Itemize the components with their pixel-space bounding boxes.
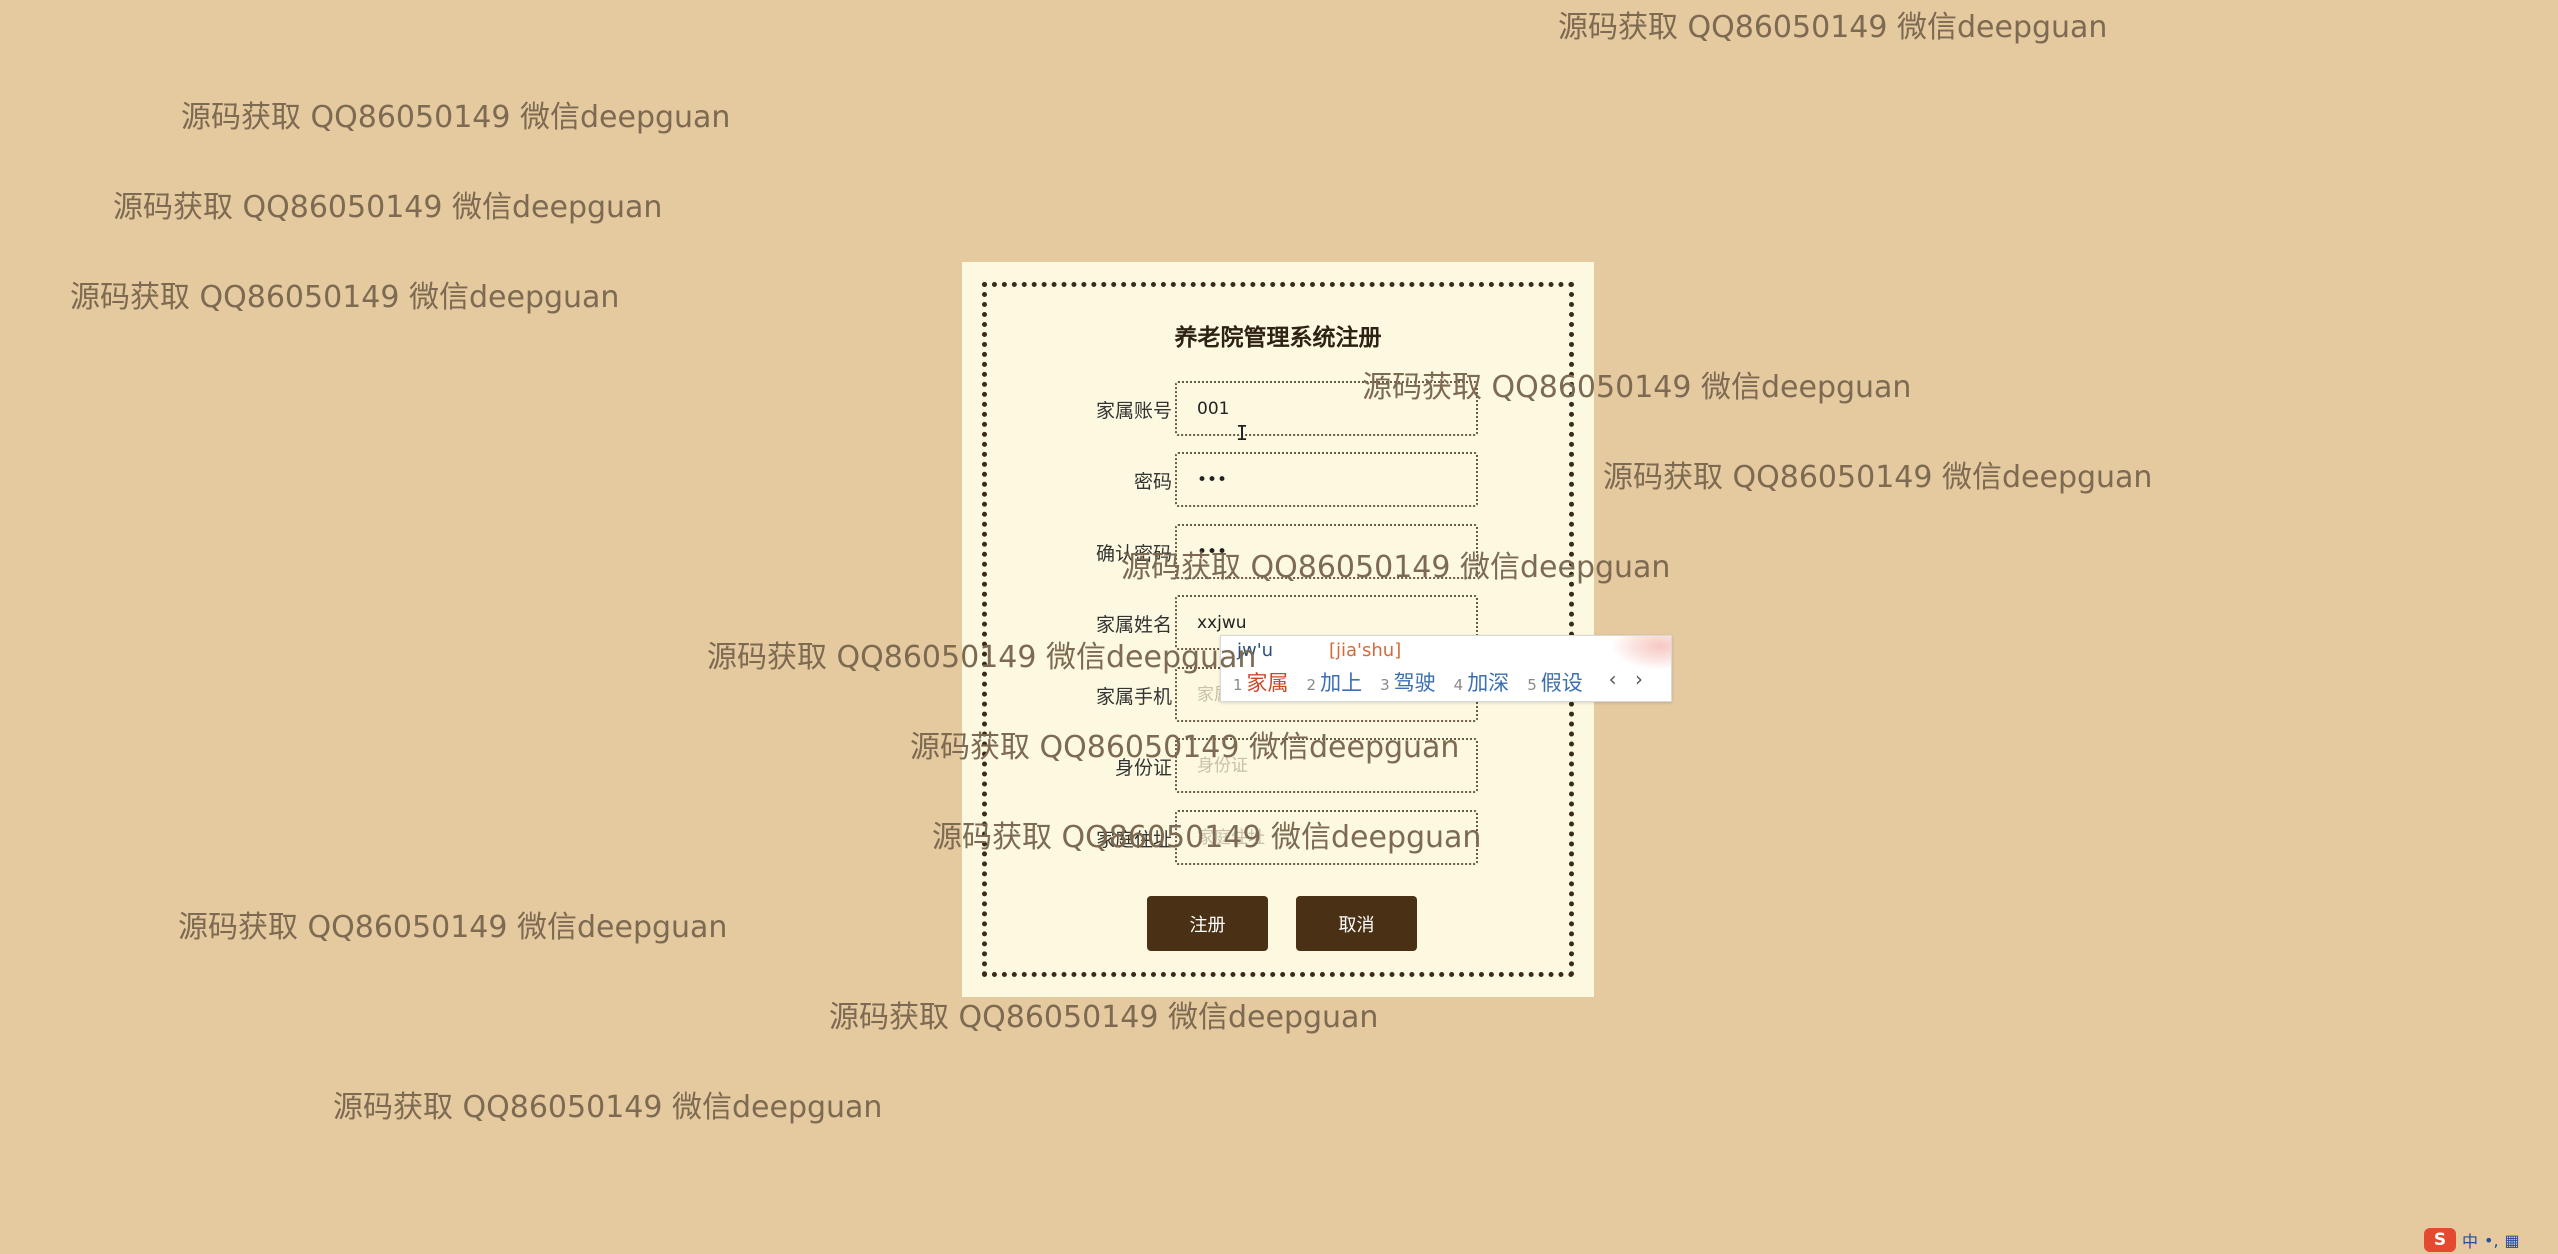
field-row-password: 密码 (962, 452, 1594, 508)
ime-punct-indicator[interactable]: •, (2484, 1231, 2499, 1250)
id-card-input[interactable] (1175, 738, 1478, 793)
field-row-address: 家庭住址 (962, 810, 1594, 866)
ime-skin-decoration (1611, 636, 1671, 670)
watermark: 源码获取 QQ86050149 微信deepguan (113, 190, 663, 225)
watermark: 源码获取 QQ86050149 微信deepguan (333, 1090, 883, 1125)
password-input[interactable] (1175, 452, 1478, 507)
password-label: 密码 (1133, 471, 1172, 493)
ime-candidate-text: 家属 (1246, 671, 1289, 695)
register-panel: 养老院管理系统注册 家属账号 密码 确认密码 家属姓名 家属手机 身份证 家庭住… (962, 262, 1594, 997)
ime-candidate[interactable]: 1 家属 (1233, 667, 1289, 697)
ime-candidate-text: 加上 (1320, 671, 1363, 695)
ime-candidate-popup: jw'u [jia'shu] 1 家属 2 加上 3 驾驶 4 加深 5 假设 ‹ › (1220, 635, 1672, 702)
ime-tray[interactable]: S 中 •, ▦ (2424, 1226, 2558, 1254)
ime-candidate-number: 2 (1306, 676, 1317, 694)
name-label: 家属姓名 (1095, 614, 1172, 636)
account-input[interactable] (1175, 381, 1478, 436)
ime-candidate-text: 驾驶 (1393, 671, 1436, 695)
watermark: 源码获取 QQ86050149 微信deepguan (70, 280, 620, 315)
address-label: 家庭住址 (1095, 829, 1172, 851)
register-button[interactable]: 注册 (1147, 896, 1268, 951)
account-label: 家属账号 (1095, 400, 1172, 422)
cancel-button[interactable]: 取消 (1296, 896, 1417, 951)
ime-candidate-text: 假设 (1540, 671, 1583, 695)
watermark: 源码获取 QQ86050149 微信deepguan (178, 910, 728, 945)
ime-candidate[interactable]: 4 加深 (1454, 667, 1510, 697)
sogou-logo-icon: S (2424, 1228, 2456, 1252)
ime-candidate[interactable]: 2 加上 (1307, 667, 1363, 697)
ime-candidate-number: 4 (1453, 676, 1464, 694)
watermark: 源码获取 QQ86050149 微信deepguan (1603, 460, 2153, 495)
confirm-password-input[interactable] (1175, 524, 1478, 579)
ime-candidate-number: 1 (1233, 676, 1243, 694)
confirm-password-label: 确认密码 (1095, 543, 1172, 565)
watermark: 源码获取 QQ86050149 微信deepguan (829, 1000, 1379, 1035)
ime-grid-icon[interactable]: ▦ (2505, 1231, 2520, 1250)
ime-candidate-text: 加深 (1467, 671, 1510, 695)
ime-page-nav[interactable]: ‹ › (1609, 667, 1649, 691)
field-row-account: 家属账号 (962, 381, 1594, 437)
ime-candidate[interactable]: 3 驾驶 (1380, 667, 1436, 697)
text-cursor-icon: I (1236, 421, 1249, 445)
ime-candidate-number: 5 (1527, 676, 1537, 694)
field-row-id-card: 身份证 (962, 738, 1594, 794)
ime-candidate[interactable]: 5 假设 (1527, 667, 1583, 697)
field-row-confirm-password: 确认密码 (962, 524, 1594, 580)
watermark: 源码获取 QQ86050149 微信deepguan (1558, 10, 2108, 45)
ime-mode-indicator[interactable]: 中 (2462, 1228, 2478, 1252)
address-input[interactable] (1175, 810, 1478, 865)
ime-candidate-list: 1 家属 2 加上 3 驾驶 4 加深 5 假设 (1233, 667, 1583, 697)
ime-candidate-number: 3 (1380, 676, 1390, 694)
phone-label: 家属手机 (1095, 686, 1172, 708)
ime-composition: jw'u (1237, 640, 1274, 661)
id-card-label: 身份证 (1114, 757, 1172, 779)
watermark: 源码获取 QQ86050149 微信deepguan (181, 100, 731, 135)
form-title: 养老院管理系统注册 (1174, 325, 1382, 351)
ime-pinyin-hint: [jia'shu] (1329, 640, 1402, 661)
